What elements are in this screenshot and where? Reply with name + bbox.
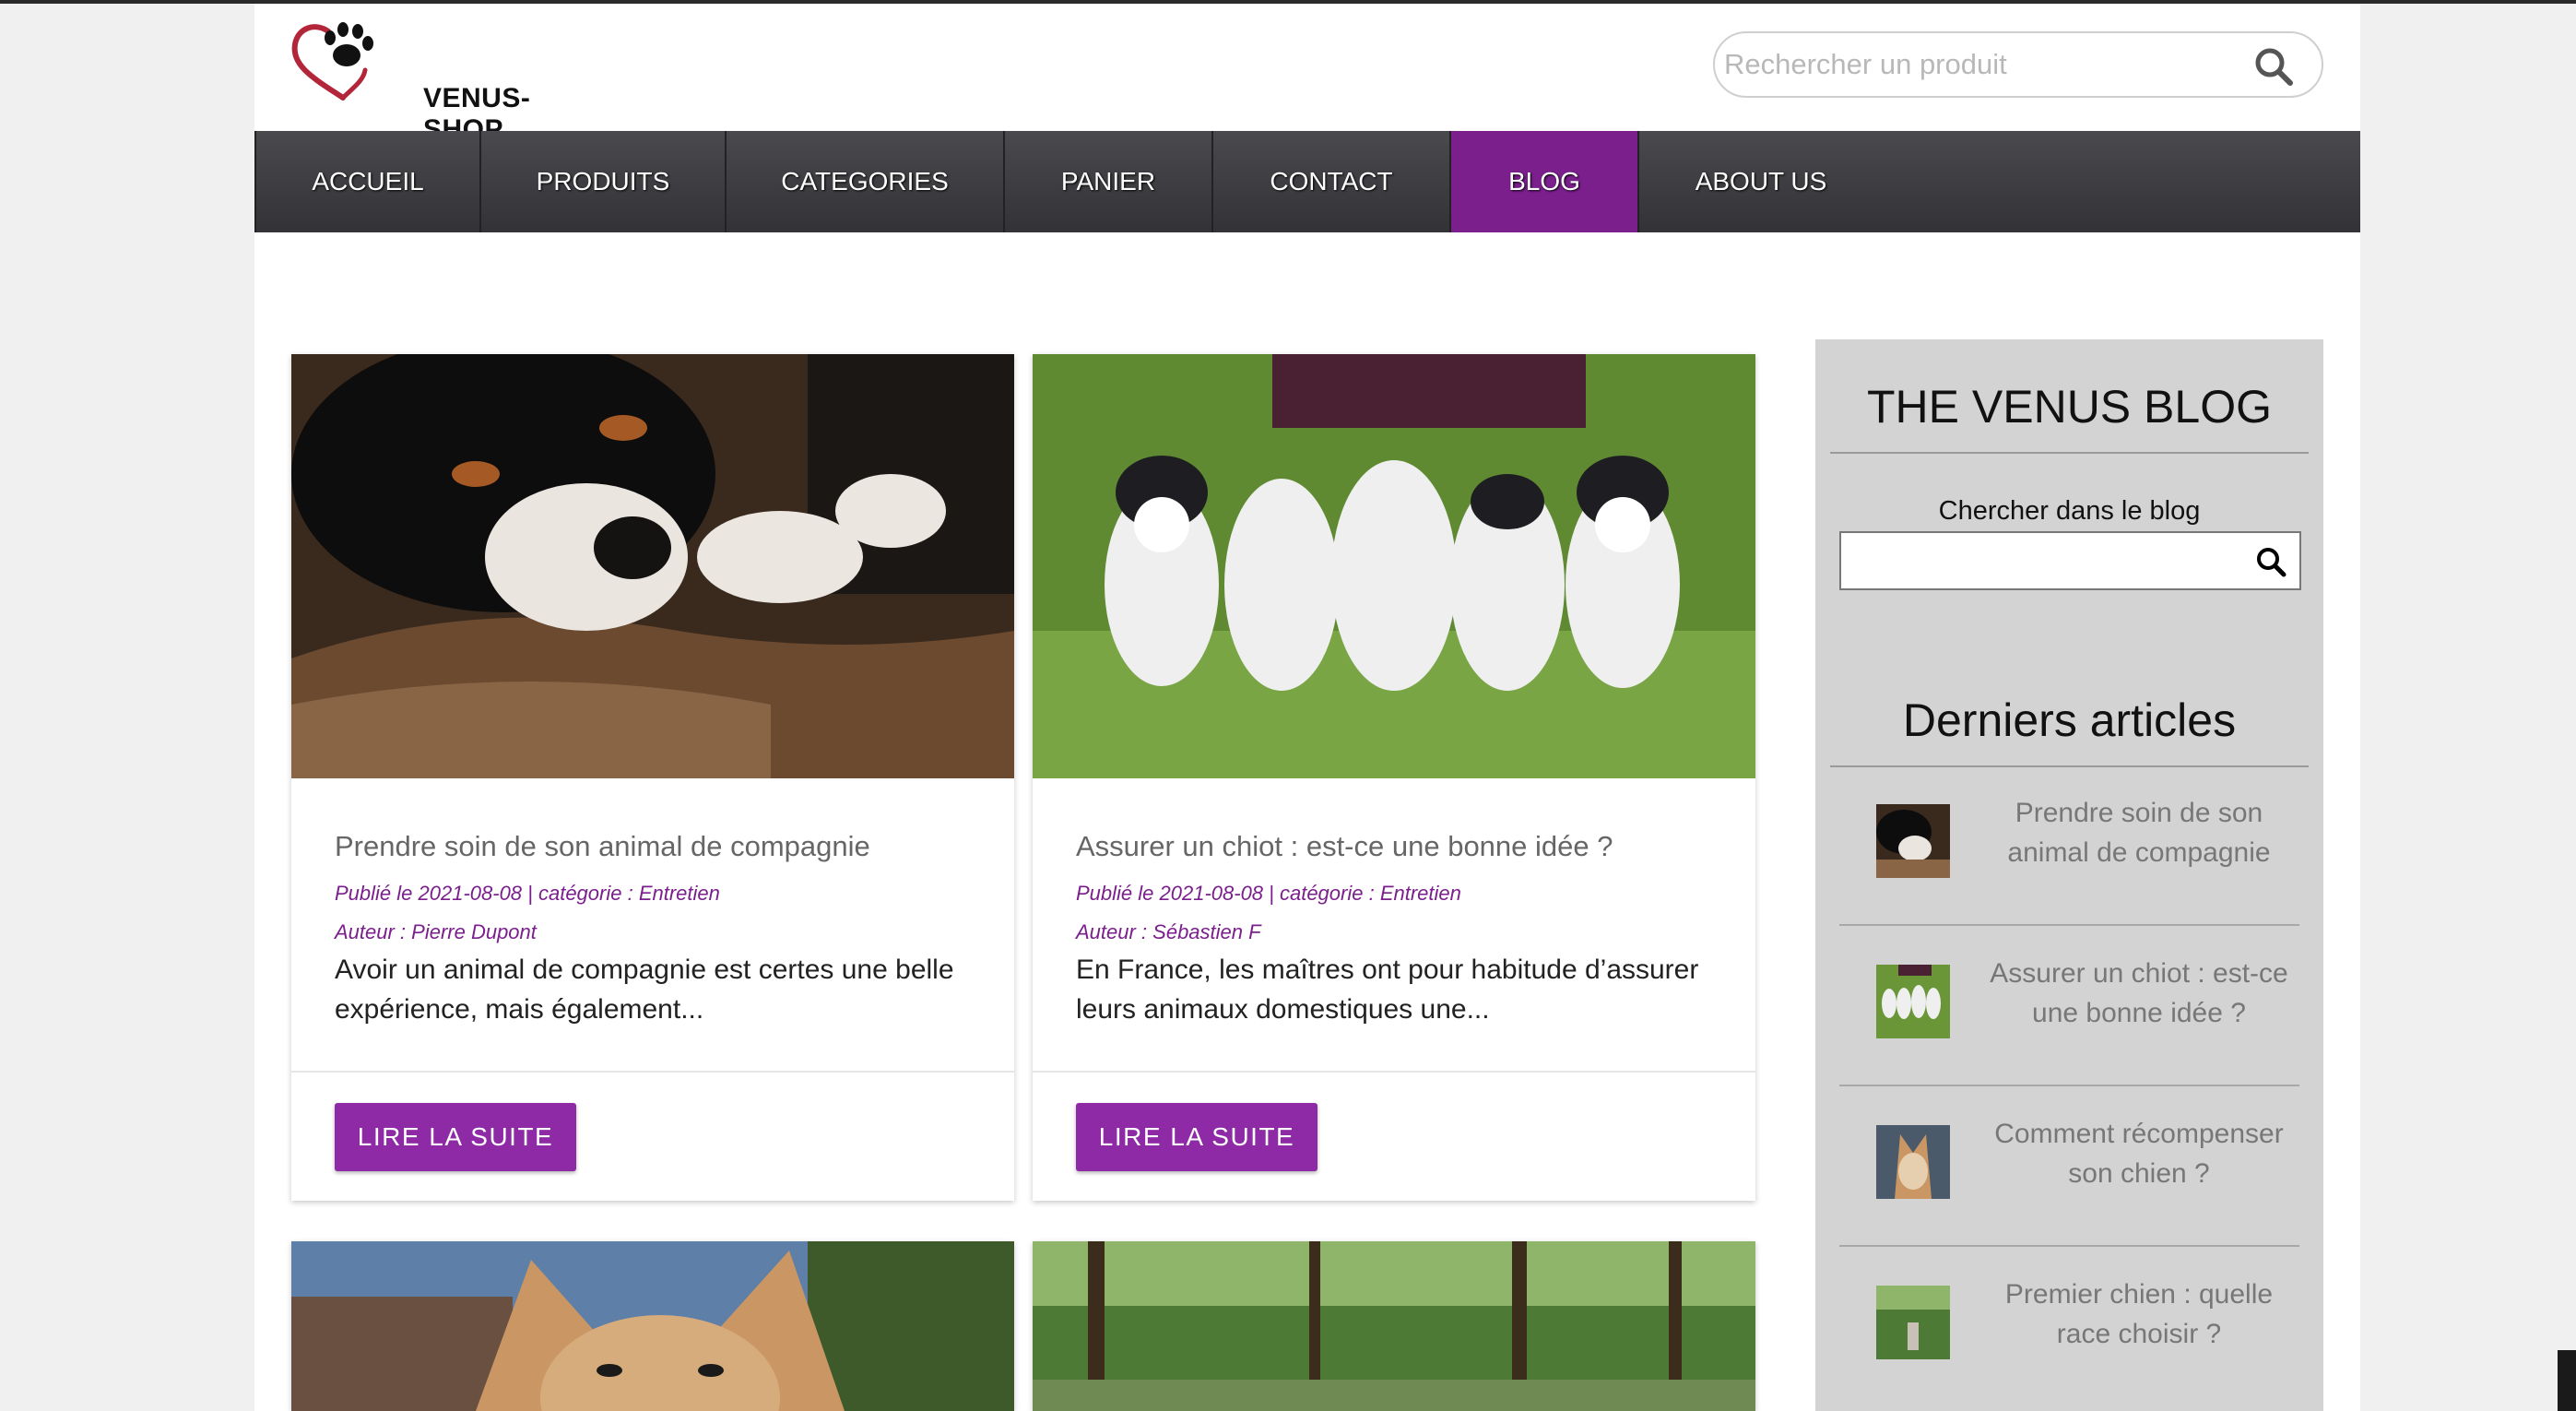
post-excerpt: En France, les maîtres ont pour habitude… — [1076, 954, 1699, 1025]
search-icon[interactable] — [2253, 46, 2294, 87]
article-thumbnail — [1876, 1125, 1950, 1199]
post-image-shiba-dog[interactable] — [291, 1241, 1014, 1411]
product-search-input[interactable] — [1724, 41, 2240, 89]
divider — [1839, 924, 2299, 926]
post-image-forest-path[interactable] — [1033, 1241, 1755, 1411]
nav-item-categories[interactable]: CATEGORIES — [727, 131, 1005, 232]
page-container: VENUS-SHOP ACCUEIL PRODUITS CATEGORIES P… — [254, 4, 2360, 1411]
blog-post-card — [291, 1241, 1014, 1411]
post-meta: Publié le 2021-08-08 | catégorie : Entre… — [1076, 882, 1461, 905]
recent-article-title: Assurer un chiot : est-ce une bonne idée… — [1990, 958, 2288, 1028]
card-divider — [1033, 1071, 1755, 1073]
post-title[interactable]: Prendre soin de son animal de compagnie — [335, 830, 980, 863]
post-author: Auteur : Sébastien F — [1076, 920, 1261, 943]
post-excerpt: Avoir un animal de compagnie est certes … — [335, 954, 954, 1025]
recent-articles-title: Derniers articles — [1902, 694, 2237, 746]
divider — [1830, 452, 2309, 454]
recent-article-title: Prendre soin de son animal de compagnie — [2007, 798, 2271, 868]
blog-search-input[interactable] — [1847, 539, 2234, 583]
blog-sidebar: THE VENUS BLOG Chercher dans le blog Der… — [1815, 339, 2323, 1411]
post-author: Auteur : Pierre Dupont — [335, 920, 537, 943]
sidebar-blog-title: THE VENUS BLOG — [1867, 381, 2272, 433]
search-icon[interactable] — [2255, 546, 2286, 577]
recent-article-title: Comment récompenser son chien ? — [1994, 1119, 2284, 1189]
divider — [1839, 1085, 2299, 1086]
site-logo[interactable]: VENUS-SHOP — [288, 13, 601, 145]
blog-post-card: Prendre soin de son animal de compagnie … — [291, 354, 1014, 1201]
nav-item-contact[interactable]: CONTACT — [1213, 131, 1451, 232]
post-image-bernese-dog[interactable] — [291, 354, 1014, 778]
recent-article-title: Premier chien : quelle race choisir ? — [2004, 1279, 2274, 1349]
blog-search-label: Chercher dans le blog — [1938, 496, 2201, 526]
nav-item-produits[interactable]: PRODUITS — [481, 131, 727, 232]
recent-article-item[interactable]: Prendre soin de son animal de compagnie — [1839, 767, 2299, 926]
scroll-to-top-button[interactable] — [2558, 1350, 2576, 1411]
read-more-button[interactable]: LIRE LA SUITE — [1076, 1103, 1318, 1171]
article-thumbnail — [1876, 804, 1950, 878]
recent-article-item[interactable]: Premier chien : quelle race choisir ? — [1839, 1249, 2299, 1407]
blog-search — [1839, 531, 2301, 590]
product-search — [1713, 31, 2323, 98]
article-thumbnail — [1876, 965, 1950, 1038]
post-meta: Publié le 2021-08-08 | catégorie : Entre… — [335, 882, 720, 905]
blog-post-card: Assurer un chiot : est-ce une bonne idée… — [1033, 354, 1755, 1201]
post-title[interactable]: Assurer un chiot : est-ce une bonne idée… — [1076, 830, 1721, 863]
blog-post-card — [1033, 1241, 1755, 1411]
paw-heart-logo-icon — [291, 22, 373, 101]
post-image-husky-puppies[interactable] — [1033, 354, 1755, 778]
nav-item-panier[interactable]: PANIER — [1005, 131, 1213, 232]
main-nav: ACCUEIL PRODUITS CATEGORIES PANIER CONTA… — [254, 131, 2360, 232]
divider — [1839, 1245, 2299, 1247]
article-thumbnail — [1876, 1286, 1950, 1359]
nav-item-about-us[interactable]: ABOUT US — [1639, 131, 1883, 232]
nav-item-blog[interactable]: BLOG — [1451, 131, 1639, 232]
card-divider — [291, 1071, 1014, 1073]
recent-article-item[interactable]: Comment récompenser son chien ? — [1839, 1088, 2299, 1247]
recent-article-item[interactable]: Assurer un chiot : est-ce une bonne idée… — [1839, 928, 2299, 1086]
read-more-button[interactable]: LIRE LA SUITE — [335, 1103, 576, 1171]
nav-item-accueil[interactable]: ACCUEIL — [254, 131, 481, 232]
